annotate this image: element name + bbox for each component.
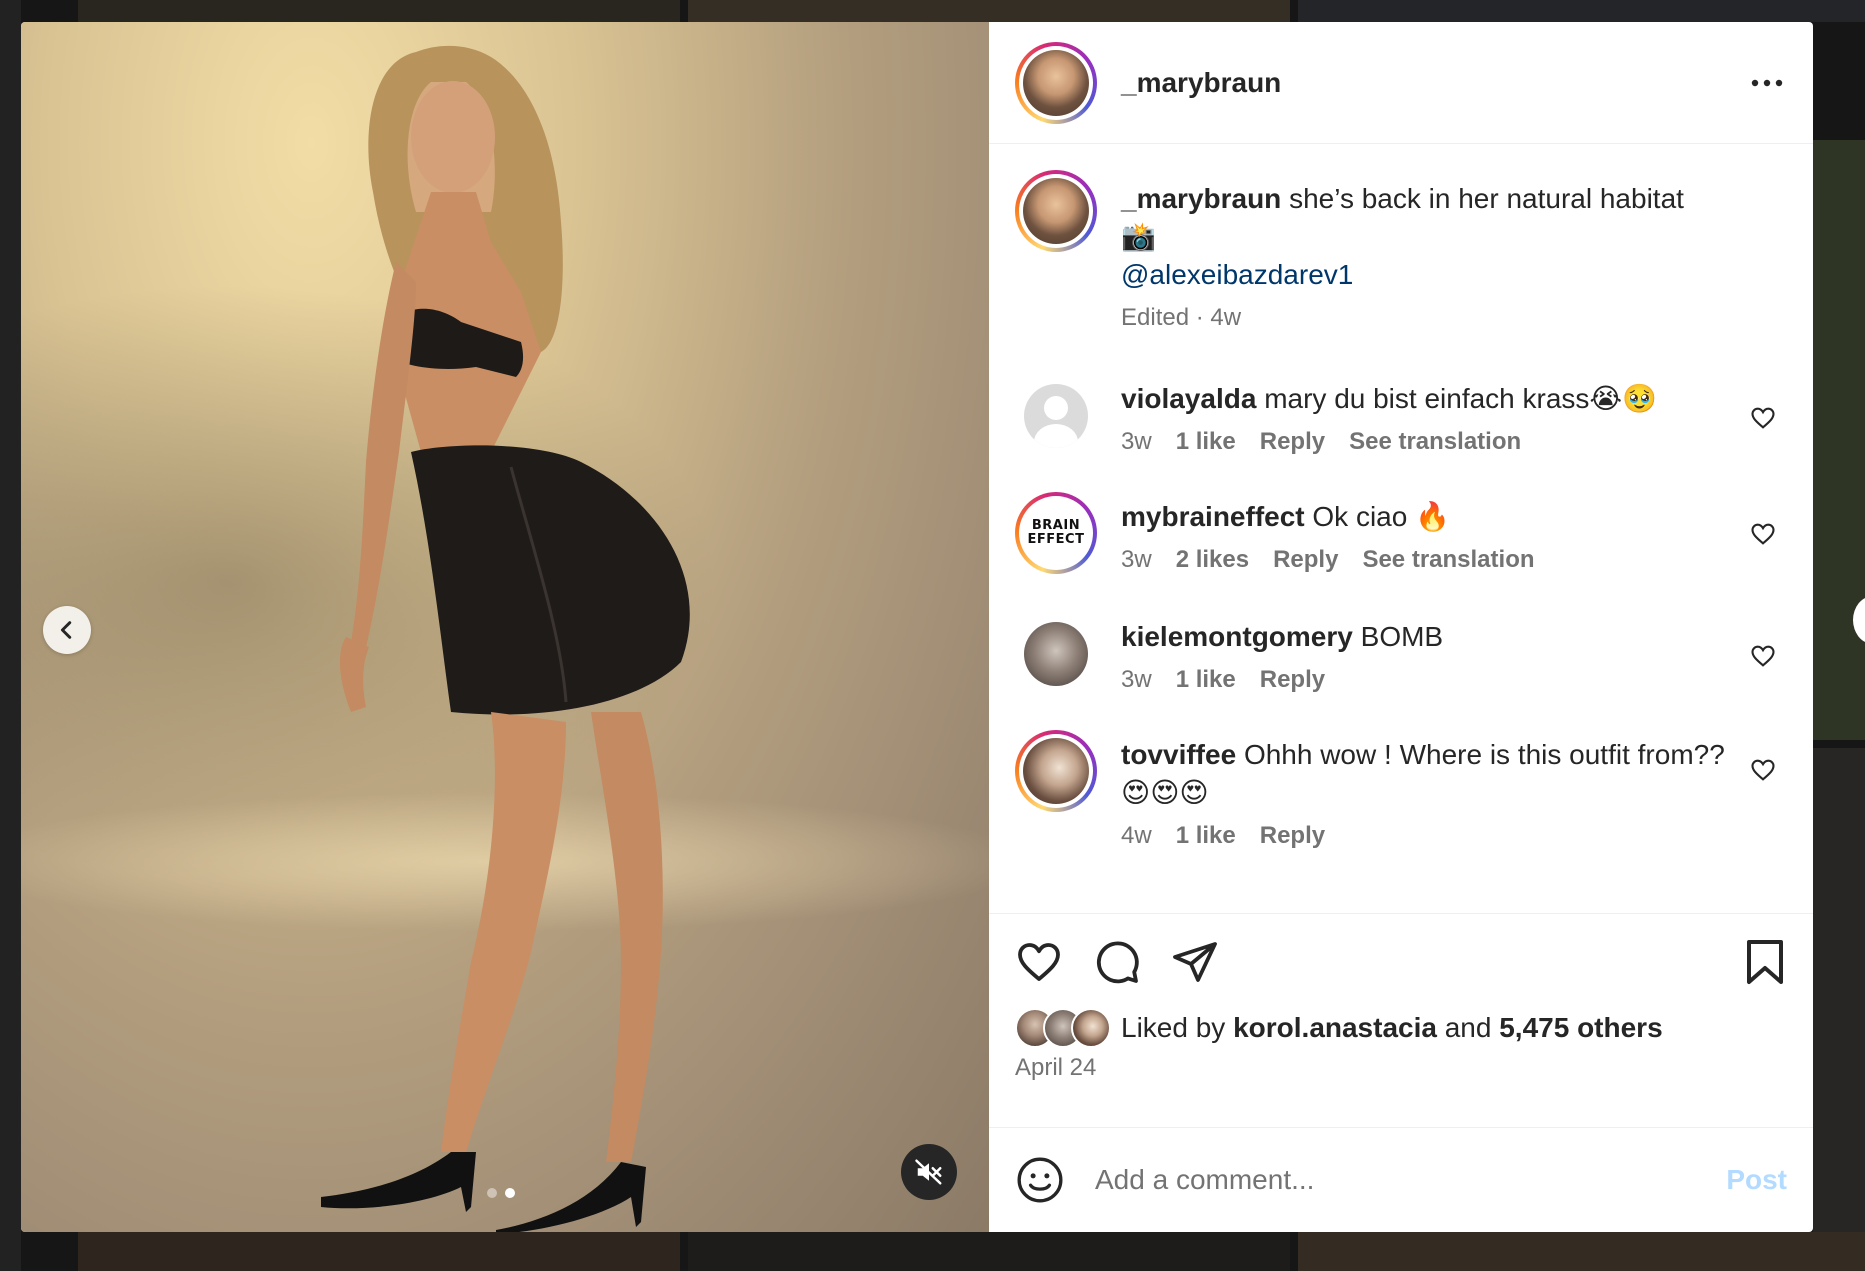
- carousel-dots: [487, 1188, 515, 1198]
- caption-username[interactable]: _marybraun: [1121, 183, 1281, 214]
- comment-item: kielemontgomery BOMB 3w 1 like Reply: [1015, 618, 1787, 694]
- more-options-button[interactable]: [1747, 63, 1787, 103]
- post-caption: _marybraun she’s back in her natural hab…: [1015, 170, 1787, 332]
- add-comment-bar: Post: [989, 1127, 1813, 1232]
- caption-text: she’s back in her natural habitat: [1289, 183, 1684, 214]
- comment-like-icon[interactable]: [1749, 404, 1777, 432]
- carousel-dot: [487, 1188, 497, 1198]
- comment-like-icon[interactable]: [1749, 642, 1777, 670]
- comment-username[interactable]: mybraineffect: [1121, 501, 1305, 532]
- comment-item: tovviffee Ohhh wow ! Where is this outfi…: [1015, 730, 1787, 850]
- comment-likes-link[interactable]: 1 like: [1176, 666, 1236, 694]
- comment-time: 3w: [1121, 428, 1152, 455]
- comment-reply-button[interactable]: Reply: [1260, 428, 1325, 456]
- comment-likes-link[interactable]: 2 likes: [1176, 546, 1249, 574]
- likes-summary: Liked by korol.anastacia and 5,475 other…: [1015, 1008, 1787, 1048]
- author-avatar[interactable]: [1015, 41, 1097, 124]
- chevron-left-icon: [60, 621, 72, 639]
- see-translation-button[interactable]: See translation: [1349, 428, 1521, 456]
- comment-bubble-icon[interactable]: [1093, 938, 1141, 986]
- caption-emoji: 📸: [1121, 221, 1156, 252]
- likes-prefix: Liked by: [1121, 1012, 1226, 1043]
- liker-avatars[interactable]: [1015, 1008, 1111, 1048]
- volume-muted-icon: [915, 1159, 942, 1185]
- post-media[interactable]: [21, 22, 989, 1232]
- see-translation-button[interactable]: See translation: [1362, 546, 1534, 574]
- post-comment-button[interactable]: Post: [1726, 1164, 1787, 1196]
- comment-username[interactable]: tovviffee: [1121, 739, 1236, 770]
- likes-joiner: and: [1444, 1012, 1492, 1043]
- caption-mention-link[interactable]: @alexeibazdarev1: [1121, 256, 1727, 294]
- previous-slide-button[interactable]: [43, 606, 91, 654]
- bookmark-save-icon[interactable]: [1743, 938, 1787, 986]
- comment-like-icon[interactable]: [1749, 520, 1777, 548]
- comment-time: 3w: [1121, 546, 1152, 573]
- comment-input[interactable]: [1095, 1164, 1707, 1196]
- like-heart-icon[interactable]: [1015, 938, 1063, 986]
- post-sidebar: _marybraun _marybraun she’s back in her …: [989, 22, 1813, 1232]
- comment-likes-link[interactable]: 1 like: [1176, 822, 1236, 850]
- comments-list: _marybraun she’s back in her natural hab…: [989, 144, 1813, 913]
- likes-count-link[interactable]: 5,475 others: [1499, 1012, 1662, 1044]
- comment-like-icon[interactable]: [1749, 756, 1777, 784]
- author-username[interactable]: _marybraun: [1121, 67, 1281, 99]
- share-send-icon[interactable]: [1171, 938, 1219, 986]
- caption-edited-time: Edited · 4w: [1121, 304, 1242, 331]
- caption-avatar[interactable]: [1015, 170, 1097, 252]
- comment-username[interactable]: violayalda: [1121, 383, 1256, 414]
- comment-text: Ok ciao 🔥: [1312, 501, 1450, 532]
- commenter-avatar[interactable]: [1015, 730, 1097, 812]
- post-header: _marybraun: [989, 22, 1813, 144]
- comment-reply-button[interactable]: Reply: [1260, 666, 1325, 694]
- brand-logo-text: EFFECT: [1027, 532, 1085, 547]
- comment-likes-link[interactable]: 1 like: [1176, 428, 1236, 456]
- comment-item: BRAIN EFFECT mybraineffect Ok ciao 🔥 3w 2…: [1015, 492, 1787, 574]
- more-horizontal-icon: [1751, 79, 1783, 86]
- commenter-avatar[interactable]: BRAIN EFFECT: [1015, 492, 1097, 574]
- comment-text: mary du bist einfach krass😭🥹: [1264, 383, 1658, 414]
- carousel-dot-active: [505, 1188, 515, 1198]
- post-date[interactable]: April 24: [1015, 1054, 1787, 1082]
- comment-time: 4w: [1121, 822, 1152, 849]
- comment-reply-button[interactable]: Reply: [1260, 822, 1325, 850]
- mute-toggle-button[interactable]: [901, 1144, 957, 1200]
- post-modal: _marybraun _marybraun she’s back in her …: [21, 22, 1813, 1232]
- liker-username[interactable]: korol.anastacia: [1233, 1012, 1437, 1044]
- comment-item: violayalda mary du bist einfach krass😭🥹 …: [1015, 380, 1787, 456]
- comment-text: BOMB: [1360, 621, 1444, 652]
- model-photo: [321, 45, 690, 1232]
- comment-time: 3w: [1121, 666, 1152, 693]
- brand-logo-text: BRAIN: [1031, 518, 1081, 533]
- commenter-avatar[interactable]: [1024, 384, 1088, 448]
- emoji-picker-icon[interactable]: [1015, 1155, 1065, 1205]
- commenter-avatar[interactable]: [1024, 622, 1088, 686]
- post-actions: Liked by korol.anastacia and 5,475 other…: [989, 913, 1813, 1127]
- comment-username[interactable]: kielemontgomery: [1121, 621, 1353, 652]
- comment-reply-button[interactable]: Reply: [1273, 546, 1338, 574]
